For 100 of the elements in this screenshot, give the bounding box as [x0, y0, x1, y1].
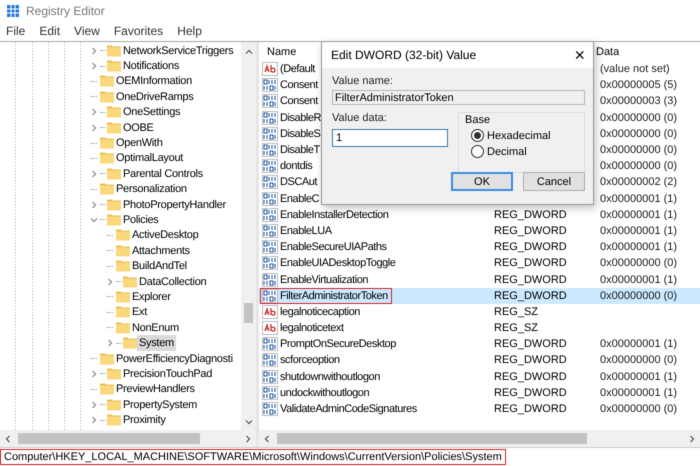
- value-name[interactable]: shutdownwithoutlogon: [280, 370, 380, 383]
- value-name[interactable]: DSCAut: [280, 176, 318, 188]
- tree-item[interactable]: Notifications: [121, 58, 182, 74]
- chevron-right-icon[interactable]: [90, 370, 98, 378]
- scroll-thumb[interactable]: [18, 433, 200, 444]
- scroll-thumb[interactable]: [244, 303, 253, 323]
- value-name[interactable]: DisableS: [280, 128, 320, 140]
- value-name[interactable]: DisableR: [280, 112, 322, 124]
- tree-item[interactable]: PhotoPropertyHandler: [121, 196, 228, 213]
- folder-icon: [123, 337, 137, 350]
- value-name[interactable]: EnableC: [280, 192, 320, 205]
- tree-item[interactable]: Personalization: [114, 181, 189, 198]
- value-name[interactable]: Consent: [280, 79, 318, 92]
- tree-item[interactable]: DataCollection: [137, 274, 208, 290]
- folder-icon: [116, 322, 130, 334]
- binary-value-icon: [262, 337, 278, 352]
- value-name[interactable]: Consent: [280, 95, 318, 108]
- tree-item[interactable]: Explorer: [130, 288, 173, 305]
- value-name[interactable]: legalnoticetext: [280, 322, 344, 334]
- scroll-left-icon[interactable]: [4, 434, 12, 442]
- value-name[interactable]: scforceoption: [280, 354, 340, 366]
- tree-item[interactable]: PropertySystem: [121, 396, 200, 413]
- value-type: REG_DWORD: [494, 338, 567, 350]
- value-name[interactable]: EnableLUA: [280, 224, 332, 237]
- tree-item[interactable]: BuildAndTel: [130, 258, 189, 274]
- tree-item[interactable]: ActiveDesktop: [130, 227, 200, 244]
- scroll-right-icon[interactable]: [688, 434, 696, 442]
- radio-icon[interactable]: [471, 145, 484, 158]
- value-data-field[interactable]: 1: [332, 129, 448, 147]
- value-name[interactable]: EnableInstallerDetection: [280, 208, 388, 221]
- scroll-right-icon[interactable]: [244, 434, 252, 442]
- binary-value-icon: [262, 143, 278, 158]
- tree-item[interactable]: Parental Controls: [121, 166, 205, 182]
- binary-value-icon: [262, 288, 278, 303]
- folder-icon: [100, 152, 114, 164]
- tree-item[interactable]: Policies: [121, 212, 161, 228]
- folder-icon: [116, 290, 130, 303]
- value-name[interactable]: EnableVirtualization: [280, 274, 368, 286]
- chevron-right-icon[interactable]: [106, 339, 114, 348]
- menu-item[interactable]: Help: [177, 24, 202, 38]
- tree-item[interactable]: Attachments: [130, 242, 192, 259]
- value-name[interactable]: PromptOnSecureDesktop: [280, 338, 396, 350]
- value-name[interactable]: DisableT: [280, 144, 320, 156]
- value-name[interactable]: (Default: [280, 63, 315, 76]
- folder-icon: [107, 368, 121, 380]
- folder-icon: [100, 183, 114, 196]
- value-name[interactable]: FilterAdministratorToken: [280, 290, 388, 302]
- value-name-field[interactable]: FilterAdministratorToken: [332, 90, 585, 105]
- scrollbar[interactable]: [259, 430, 700, 447]
- chevron-right-icon[interactable]: [106, 278, 114, 286]
- chevron-down-icon[interactable]: [90, 216, 98, 224]
- tree-item[interactable]: PowerEfficiencyDiagnosti: [114, 350, 235, 367]
- value-name[interactable]: ValidateAdminCodeSignatures: [280, 403, 417, 416]
- tree-item[interactable]: Ext: [130, 304, 149, 320]
- menu-item[interactable]: Edit: [39, 24, 60, 38]
- registry-icon: [6, 4, 20, 18]
- radio-option[interactable]: Hexadecimal: [465, 129, 578, 142]
- value-name[interactable]: legalnoticecaption: [280, 306, 360, 318]
- value-name[interactable]: EnableUIADesktopToggle: [280, 257, 396, 270]
- radio-icon[interactable]: [471, 129, 484, 142]
- tree-item[interactable]: OptimalLayout: [114, 150, 186, 166]
- tree-item[interactable]: OOBE: [121, 120, 156, 136]
- scroll-left-icon[interactable]: [263, 434, 271, 442]
- tree-item[interactable]: OpenWith: [114, 135, 165, 152]
- ok-button[interactable]: OK: [451, 172, 513, 191]
- scroll-down-icon[interactable]: [244, 418, 252, 426]
- value-data: 0x00000000 (0): [599, 257, 678, 270]
- value-type: REG_DWORD: [494, 403, 567, 416]
- value-data: 0x00000003 (3): [599, 95, 678, 108]
- scrollbar[interactable]: [0, 430, 256, 447]
- tree-item[interactable]: PreviewHandlers: [114, 381, 197, 398]
- close-button[interactable]: ×: [572, 47, 587, 63]
- value-name[interactable]: dontdis: [280, 160, 312, 172]
- menu-item[interactable]: File: [6, 24, 26, 38]
- tree-item[interactable]: OneDriveRamps: [114, 88, 196, 105]
- string-value-icon: [262, 62, 278, 76]
- binary-value-icon: [262, 224, 278, 238]
- tree-item[interactable]: OEMInformation: [114, 73, 194, 90]
- value-name[interactable]: EnableSecureUIAPaths: [280, 241, 387, 254]
- radio-option[interactable]: Decimal: [465, 145, 578, 158]
- tree-item[interactable]: PrecisionTouchPad: [121, 366, 214, 382]
- tree-item[interactable]: NetworkServiceTriggers: [121, 42, 236, 59]
- column-header[interactable]: Data: [596, 46, 620, 58]
- binary-value-icon: [262, 240, 278, 254]
- tree-item[interactable]: Proximity: [121, 412, 168, 428]
- value-name[interactable]: undockwithoutlogon: [280, 386, 370, 399]
- menu-item[interactable]: Favorites: [114, 24, 164, 38]
- scroll-up-icon[interactable]: [244, 48, 252, 56]
- tree-item[interactable]: System: [137, 335, 176, 352]
- scroll-thumb[interactable]: [277, 433, 587, 444]
- value-data: 0x00000000 (0): [599, 160, 678, 172]
- chevron-right-icon[interactable]: [90, 170, 98, 178]
- tree-item[interactable]: OneSettings: [121, 104, 182, 120]
- tree-item[interactable]: NonEnum: [130, 320, 181, 336]
- value-type: REG_DWORD: [494, 241, 567, 254]
- menu-item[interactable]: View: [74, 24, 100, 38]
- scrollbar[interactable]: [241, 42, 256, 430]
- value-type: REG_SZ: [494, 322, 538, 334]
- chevron-right-icon[interactable]: [90, 200, 98, 209]
- cancel-button[interactable]: Cancel: [523, 172, 585, 191]
